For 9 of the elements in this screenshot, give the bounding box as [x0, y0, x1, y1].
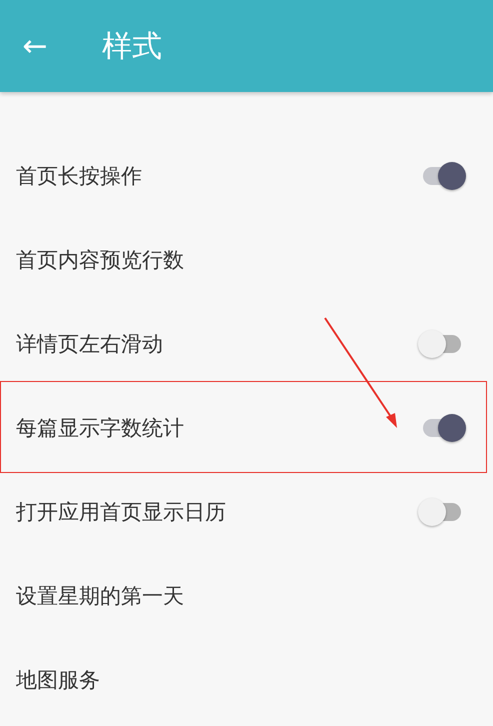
setting-label: 地图服务: [16, 667, 100, 694]
screen-title: 样式: [102, 28, 162, 66]
setting-label: 每篇显示字数统计: [16, 415, 184, 442]
setting-label: 详情页左右滑动: [16, 331, 163, 358]
setting-label: 首页长按操作: [16, 163, 142, 190]
back-button[interactable]: ←: [20, 28, 50, 64]
setting-label: 打开应用首页显示日历: [16, 499, 226, 526]
setting-label: 首页内容预览行数: [16, 247, 184, 274]
setting-label: 设置星期的第一天: [16, 583, 184, 610]
